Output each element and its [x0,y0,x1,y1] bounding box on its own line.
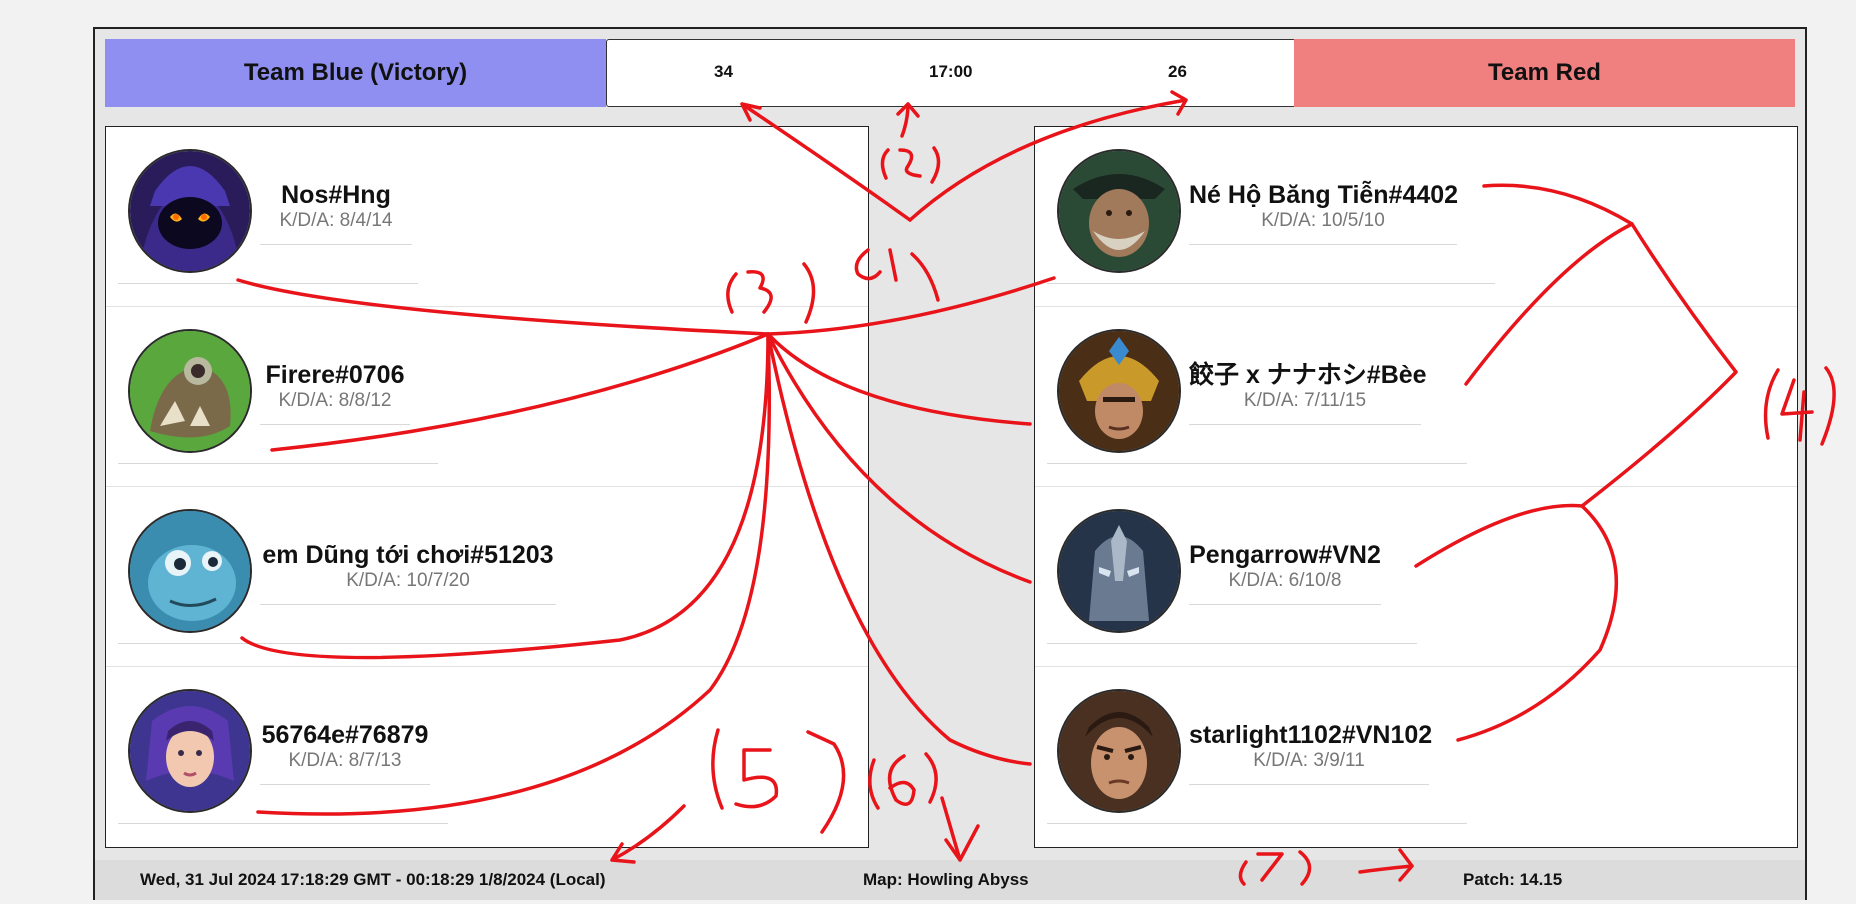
divider [260,244,412,245]
player-kda: K/D/A: 7/11/15 [1243,390,1367,411]
team-blue-label: Team Blue (Victory) [105,39,606,107]
player-info: Nos#Hng K/D/A: 8/4/14 [260,181,412,245]
divider [118,463,438,464]
game-duration: 17:00 [929,62,973,81]
divider [260,604,556,605]
player-kda: K/D/A: 10/7/20 [346,570,470,591]
player-info: Firere#0706 K/D/A: 8/8/12 [260,361,410,425]
divider [260,784,430,785]
player-row: 56764e#76879 K/D/A: 8/7/13 [106,667,868,847]
divider [1189,424,1421,425]
blue-team-panel: Nos#Hng K/D/A: 8/4/14 Firere#0706 K/D/A:… [105,126,869,848]
player-row: Firere#0706 K/D/A: 8/8/12 [106,307,868,487]
player-kda: K/D/A: 8/7/13 [288,750,402,771]
player-info: em Dũng tới chơi#51203 K/D/A: 10/7/20 [260,541,556,605]
scoreboard: 34 17:00 26 [606,39,1296,107]
player-row: starlight1102#VN102 K/D/A: 3/9/11 [1035,667,1797,847]
irelia-portrait-icon [130,691,250,811]
player-row: Pengarrow#VN2 K/D/A: 6/10/8 [1035,487,1797,667]
match-map: Map: Howling Abyss [863,870,1029,889]
player-name: Nos#Hng [281,181,391,209]
match-patch: Patch: 14.15 [1463,870,1563,889]
player-kda: K/D/A: 8/8/12 [278,390,392,411]
player-name: Pengarrow#VN2 [1189,541,1381,569]
divider [1047,643,1417,644]
player-kda: K/D/A: 10/5/10 [1261,210,1385,231]
player-kda: K/D/A: 6/10/8 [1228,570,1342,591]
divider [1047,283,1495,284]
player-row: 餃子 x ナナホシ#Bèe K/D/A: 7/11/15 [1035,307,1797,487]
divider [1047,463,1467,464]
player-name: Né Hộ Băng Tiễn#4402 [1189,181,1459,209]
match-footer: Wed, 31 Jul 2024 17:18:29 GMT - 00:18:29… [95,860,1805,900]
divider [260,424,410,425]
player-name: 餃子 x ナナホシ#Bèe [1189,361,1427,389]
red-kill-score: 26 [1168,62,1187,81]
score-header: Team Blue (Victory) 34 17:00 26 Team Red [105,39,1795,107]
divider [1047,823,1467,824]
player-row: Né Hộ Băng Tiễn#4402 K/D/A: 10/5/10 [1035,127,1797,307]
player-info: Pengarrow#VN2 K/D/A: 6/10/8 [1189,541,1381,605]
match-summary-card: Team Blue (Victory) 34 17:00 26 Team Red [93,27,1807,900]
jarvan-portrait-icon [1059,331,1179,451]
player-row: em Dũng tới chơi#51203 K/D/A: 10/7/20 [106,487,868,667]
player-info: starlight1102#VN102 K/D/A: 3/9/11 [1189,721,1433,785]
player-name: starlight1102#VN102 [1189,721,1433,749]
player-name: 56764e#76879 [261,721,429,749]
divider [118,823,448,824]
player-info: 餃子 x ナナホシ#Bèe K/D/A: 7/11/15 [1189,361,1427,425]
twitch-portrait-icon [130,331,250,451]
team-red-label: Team Red [1294,39,1795,107]
divider [1189,244,1457,245]
player-name: em Dũng tới chơi#51203 [262,541,554,569]
divider [1189,784,1429,785]
match-datetime: Wed, 31 Jul 2024 17:18:29 GMT - 00:18:29… [140,870,606,889]
player-name: Firere#0706 [265,361,405,389]
divider [118,283,418,284]
player-info: 56764e#76879 K/D/A: 8/7/13 [260,721,430,785]
malphite-portrait-icon [1059,511,1179,631]
player-row: Nos#Hng K/D/A: 8/4/14 [106,127,868,307]
blue-kill-score: 34 [714,62,733,81]
red-team-panel: Né Hộ Băng Tiễn#4402 K/D/A: 10/5/10 餃子 x… [1034,126,1798,848]
divider [1189,604,1381,605]
jayce-portrait-icon [1059,691,1179,811]
player-kda: K/D/A: 8/4/14 [279,210,393,231]
divider [118,643,558,644]
fizz-portrait-icon [130,511,250,631]
player-kda: K/D/A: 3/9/11 [1253,750,1365,771]
veigar-portrait-icon [130,151,250,271]
player-info: Né Hộ Băng Tiễn#4402 K/D/A: 10/5/10 [1189,181,1459,245]
gangplank-portrait-icon [1059,151,1179,271]
